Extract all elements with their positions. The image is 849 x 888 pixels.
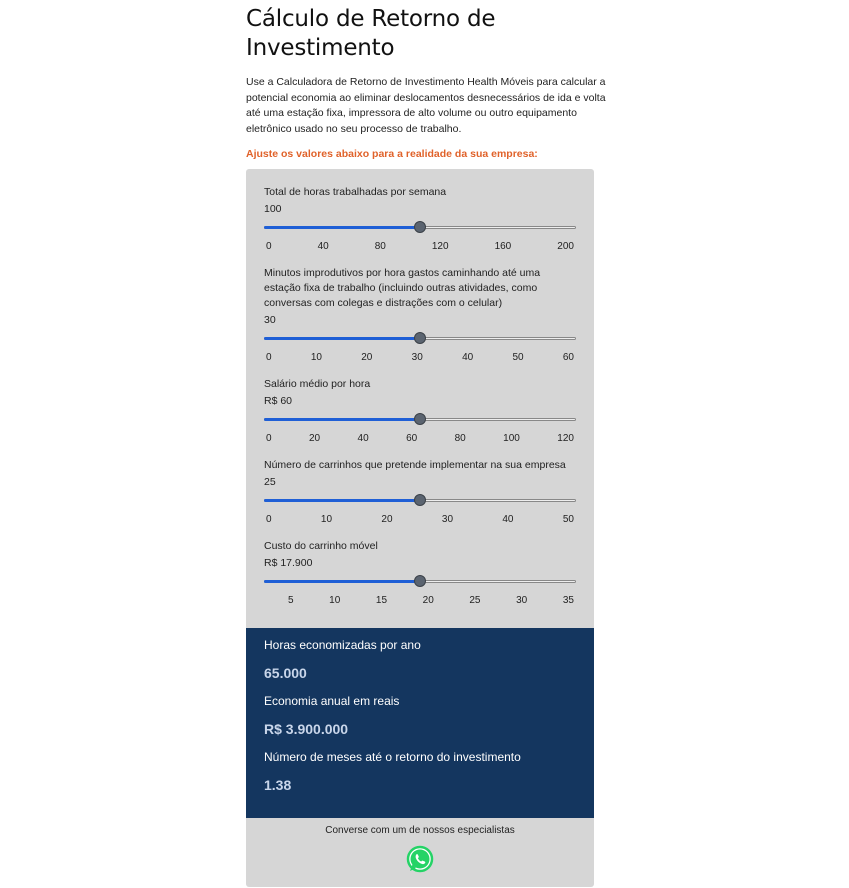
slider-label: Número de carrinhos que pretende impleme… [264,458,566,471]
tick-label: 0 [266,351,272,363]
contact-footer: Converse com um de nossos especialistas [246,817,594,887]
slider-ticks: 0 20 40 60 80 100 120 [264,433,576,444]
result-label: Economia anual em reais [264,693,400,708]
tick-label: 120 [557,432,574,444]
tick-label: 40 [462,351,474,363]
tick-label: 100 [503,432,520,444]
slider-label: Salário médio por hora [264,377,371,390]
slider-field: Salário médio por hora R$ 60 0 20 40 60 80 100 1… [264,377,576,444]
slider-value: R$ 60 [264,394,293,407]
tick-label: 120 [431,240,449,252]
tick-label: 15 [375,594,388,606]
roi-calculator: Cálculo de Retorno de Investimento Use a… [246,0,606,887]
tick-label: 160 [494,240,512,252]
slider-handle[interactable] [414,493,426,506]
range-slider[interactable] [264,331,576,344]
page-title: Cálculo de Retorno de Investimento [246,6,496,61]
slider-label: Custo do carrinho móvel [264,539,378,552]
tick-label: 30 [441,513,454,525]
result-label: Horas economizadas por ano [264,637,421,652]
slider-handle[interactable] [414,331,426,344]
tick-label: 35 [562,594,574,606]
sliders-panel: Total de horas trabalhadas por semana 100… [246,168,594,628]
slider-field: Total de horas trabalhadas por semana 100… [264,185,576,252]
contact-text: Converse com um de nossos especialistas [325,824,515,836]
tick-label: 25 [469,594,481,606]
slider-field: Minutos improdutivos por hora gastos cam… [264,266,576,363]
range-slider[interactable] [264,412,576,425]
tick-label: 40 [317,240,329,252]
slider-value: 25 [264,475,276,488]
slider-handle[interactable] [414,574,426,587]
slider-fill [264,336,420,340]
range-slider[interactable] [264,493,576,506]
tick-label: 20 [308,432,321,444]
tick-label: 20 [361,351,373,363]
tick-label: 0 [266,432,272,444]
result-value: R$ 3.900.000 [264,720,349,737]
results-panel: Horas economizadas por ano 65.000 Economia… [246,627,594,818]
slider-fill [264,417,420,421]
tick-label: 50 [512,351,524,363]
slider-label: Minutos improdutivos por hora gastos cam… [264,266,541,309]
tick-label: 30 [516,594,528,606]
tick-label: 20 [422,594,434,606]
tick-label: 60 [562,351,574,363]
slider-field: Custo do carrinho móvel R$ 17.900 5 10 15 20 2… [264,539,576,606]
tick-label: 10 [310,351,322,363]
tick-label: 5 [288,594,294,606]
tick-label: 0 [266,513,272,525]
slider-fill [264,225,420,229]
slider-handle[interactable] [414,412,426,425]
result-value: 65.000 [264,664,307,681]
tick-label: 20 [381,513,393,525]
slider-label: Total de horas trabalhadas por semana [264,185,447,198]
slider-value: 30 [264,313,276,326]
tick-label: 10 [329,594,341,606]
slider-ticks: 0 40 80 120 160 200 [264,241,576,252]
tick-label: 0 [266,240,272,252]
result-value: 1.38 [264,776,292,793]
tick-label: 80 [454,432,466,444]
slider-field: Número de carrinhos que pretende impleme… [264,458,576,525]
instruction-note: Ajuste os valores abaixo para a realidad… [246,147,538,160]
slider-handle[interactable] [414,220,426,233]
tick-label: 200 [557,240,574,252]
slider-fill [264,579,420,583]
tick-label: 10 [320,513,333,525]
slider-ticks: 0 10 20 30 40 50 60 [264,352,576,363]
slider-ticks: 0 10 20 30 40 50 [264,514,576,525]
tick-label: 80 [374,240,386,252]
tick-label: 50 [562,513,574,525]
slider-fill [264,498,420,502]
range-slider[interactable] [264,220,576,233]
slider-value: R$ 17.900 [264,556,313,569]
tick-label: 30 [411,351,423,363]
whatsapp-icon[interactable] [405,844,435,874]
slider-ticks: 5 10 15 20 25 30 35 [264,595,576,606]
intro-text: Use a Calculadora de Retorno de Investim… [246,76,606,136]
tick-label: 60 [406,432,418,444]
result-label: Número de meses até o retorno do investi… [264,749,521,764]
range-slider[interactable] [264,574,576,587]
slider-value: 100 [264,202,282,215]
tick-label: 40 [502,513,514,525]
tick-label: 40 [357,432,369,444]
